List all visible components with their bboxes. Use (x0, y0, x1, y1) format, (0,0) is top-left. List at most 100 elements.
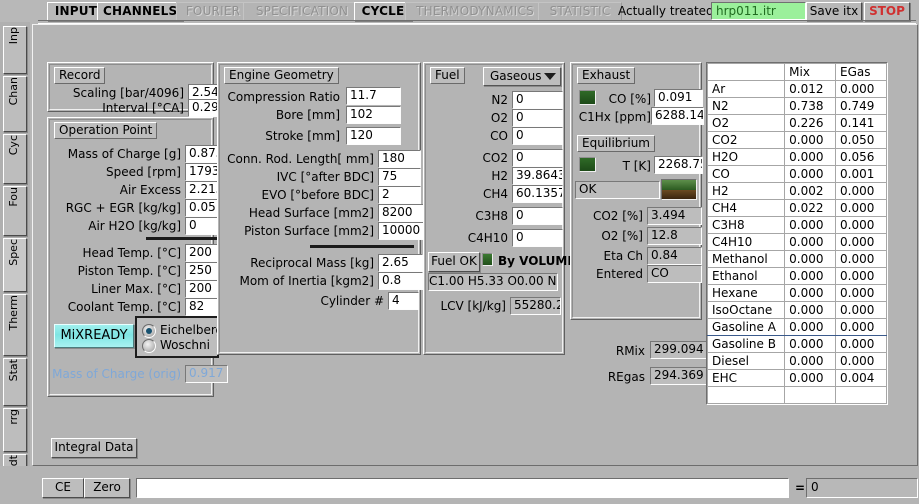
fuel-c4h10-field[interactable]: 0 (512, 229, 563, 247)
evo-field[interactable]: 2 (378, 186, 421, 204)
equilibrium-tk-field[interactable]: 2268.75 (654, 156, 703, 174)
cylinder-count-field[interactable]: 4 (388, 292, 419, 310)
table-cell-egas: 0.000 (835, 352, 887, 370)
tab-specification-label: SPECIFICATION (255, 4, 349, 18)
table-row[interactable]: CH4 0.022 0.000 (706, 199, 887, 217)
ce-button[interactable]: CE (42, 478, 84, 498)
sidebar-item-fou[interactable]: Fou (3, 186, 27, 236)
integral-data-button[interactable]: Integral Data (51, 438, 137, 458)
table-row[interactable]: O2 0.226 0.141 (706, 114, 887, 132)
table-row[interactable]: C3H8 0.000 0.000 (706, 216, 887, 234)
ivc-label: IVC [°after BDC] (276, 170, 374, 184)
bore-field[interactable]: 102 (346, 106, 401, 124)
table-row[interactable]: C4H10 0.000 0.000 (706, 233, 887, 251)
exhaust-co-label: CO [%] (608, 92, 651, 106)
exhaust-status-field: OK (575, 181, 660, 199)
table-cell-egas: 0.000 (835, 267, 887, 285)
table-row[interactable]: IsoOctane 0.000 0.000 (706, 301, 887, 319)
conn-rod-length-field[interactable]: 180 (378, 150, 421, 168)
table-row[interactable]: EHC 0.000 0.004 (706, 369, 887, 387)
fuel-ch4-field[interactable]: 60.1357 (512, 185, 563, 203)
table-row[interactable]: Ar 0.012 0.000 (706, 80, 887, 98)
table-cell-egas: 0.001 (835, 165, 887, 183)
sidebar-item-stat[interactable]: Stat (3, 358, 27, 406)
table-row[interactable]: Gasoline B 0.000 0.000 (706, 335, 887, 353)
fuel-type-dropdown[interactable]: Gaseous (483, 67, 561, 86)
tab-channels-label: CHANNELS (103, 4, 178, 18)
table-row[interactable]: Methanol 0.000 0.000 (706, 250, 887, 268)
tab-fourier[interactable]: FOURIER (176, 2, 250, 21)
command-input[interactable] (136, 478, 789, 498)
mom-of-inertia-field[interactable]: 0.8 (378, 272, 423, 290)
radio-woschni[interactable] (142, 339, 156, 353)
operation-point-divider (146, 237, 218, 240)
zero-label: Zero (93, 480, 121, 494)
zero-button[interactable]: Zero (84, 478, 130, 498)
table-row[interactable]: Gasoline A 0.000 0.000 (706, 318, 887, 336)
table-row[interactable]: Hexane 0.000 0.000 (706, 284, 887, 302)
exhaust-c1hx-field[interactable]: 6288.14 (651, 107, 704, 125)
head-surface-field[interactable]: 8200 (378, 204, 425, 222)
stroke-field[interactable]: 120 (346, 127, 401, 145)
table-row[interactable] (706, 386, 887, 404)
fuel-co-field[interactable]: 0 (512, 127, 563, 145)
table-row[interactable]: H2O 0.000 0.056 (706, 148, 887, 166)
exhaust-eta-ch-label: Eta Ch (603, 249, 643, 263)
head-surface-label: Head Surface [mm2] (248, 206, 374, 220)
exhaust-co-field[interactable]: 0.091 (654, 89, 703, 107)
reciprocal-mass-field[interactable]: 2.65 (378, 254, 423, 272)
tab-thermodynamics[interactable]: THERMODYNAMICS (405, 2, 545, 21)
fuel-ok-button[interactable]: Fuel OK (428, 252, 480, 272)
fuel-h2-field[interactable]: 39.8643 (512, 167, 563, 185)
sidebar-item-inp[interactable]: Inp (3, 26, 27, 74)
tab-cycle[interactable]: CYCLE (354, 2, 412, 21)
fuel-formula-display: C1.00 H5.33 O0.00 N0.00 (428, 273, 558, 291)
mass-of-charge-label: Mass of Charge [g] (67, 147, 181, 161)
ivc-field[interactable]: 75 (378, 168, 421, 186)
table-cell-mix: 0.000 (784, 216, 837, 234)
sidebar-item-spec[interactable]: Spec (3, 238, 27, 292)
sidebar-item-rrg[interactable]: rrg (3, 408, 27, 452)
table-row[interactable]: Ethanol 0.000 0.000 (706, 267, 887, 285)
table-cell-egas: 0.056 (835, 148, 887, 166)
table-header-cell: Mix (784, 63, 837, 81)
fuel-by-volume-label: By VOLUME (498, 254, 576, 268)
mix-ready-button[interactable]: MiXREADY (54, 324, 134, 348)
tab-thermodynamics-label: THERMODYNAMICS (416, 4, 534, 18)
table-row[interactable]: H2 0.002 0.000 (706, 182, 887, 200)
piston-surface-field[interactable]: 10000 (378, 222, 429, 240)
table-cell-mix: 0.000 (784, 301, 837, 319)
table-row[interactable]: N2 0.738 0.749 (706, 97, 887, 115)
composition-table[interactable]: Mix EGas Ar 0.012 0.000 N2 0.738 0.749 O2 0.226 0.… (706, 62, 888, 405)
table-cell-egas: 0.000 (835, 284, 887, 302)
sidebar-item-cyc[interactable]: Cyc (3, 134, 27, 184)
table-row[interactable]: CO 0.000 0.001 (706, 165, 887, 183)
evo-label: EVO [°before BDC] (261, 188, 375, 202)
tab-channels[interactable]: CHANNELS (97, 2, 183, 21)
tab-specification[interactable]: SPECIFICATION (243, 2, 361, 21)
sidebar-item-therm[interactable]: Therm (3, 294, 27, 356)
fuel-n2-field[interactable]: 0 (512, 91, 563, 109)
sidebar-item-spec-label: Spec (7, 239, 20, 266)
table-cell-name (706, 386, 786, 404)
rmix-label: RMix (615, 344, 645, 358)
save-itx-button[interactable]: Save itx (806, 2, 862, 21)
fuel-group-title: Fuel (430, 67, 465, 84)
current-file-field[interactable]: hrp011.itr (711, 2, 806, 20)
compression-ratio-field[interactable]: 11.7 (346, 87, 401, 105)
table-row[interactable]: CO2 0.000 0.050 (706, 131, 887, 149)
fuel-o2-field[interactable]: 0 (512, 109, 563, 127)
table-cell-mix: 0.000 (784, 233, 837, 251)
table-row[interactable]: Diesel 0.000 0.000 (706, 352, 887, 370)
fuel-co2-field[interactable]: 0 (512, 149, 563, 167)
tab-statistic[interactable]: STATISTIC (538, 2, 622, 21)
fuel-c3h8-field[interactable]: 0 (512, 207, 563, 225)
radio-eichelberg[interactable] (142, 324, 156, 338)
fuel-ch4-label: CH4 (482, 187, 508, 201)
table-cell-name: H2O (706, 148, 786, 166)
sidebar-item-chan[interactable]: Chan (3, 76, 27, 132)
stop-button[interactable]: STOP (864, 2, 910, 21)
table-cell-mix: 0.000 (784, 318, 837, 336)
chevron-down-icon (544, 73, 556, 80)
table-cell-mix: 0.000 (784, 148, 837, 166)
